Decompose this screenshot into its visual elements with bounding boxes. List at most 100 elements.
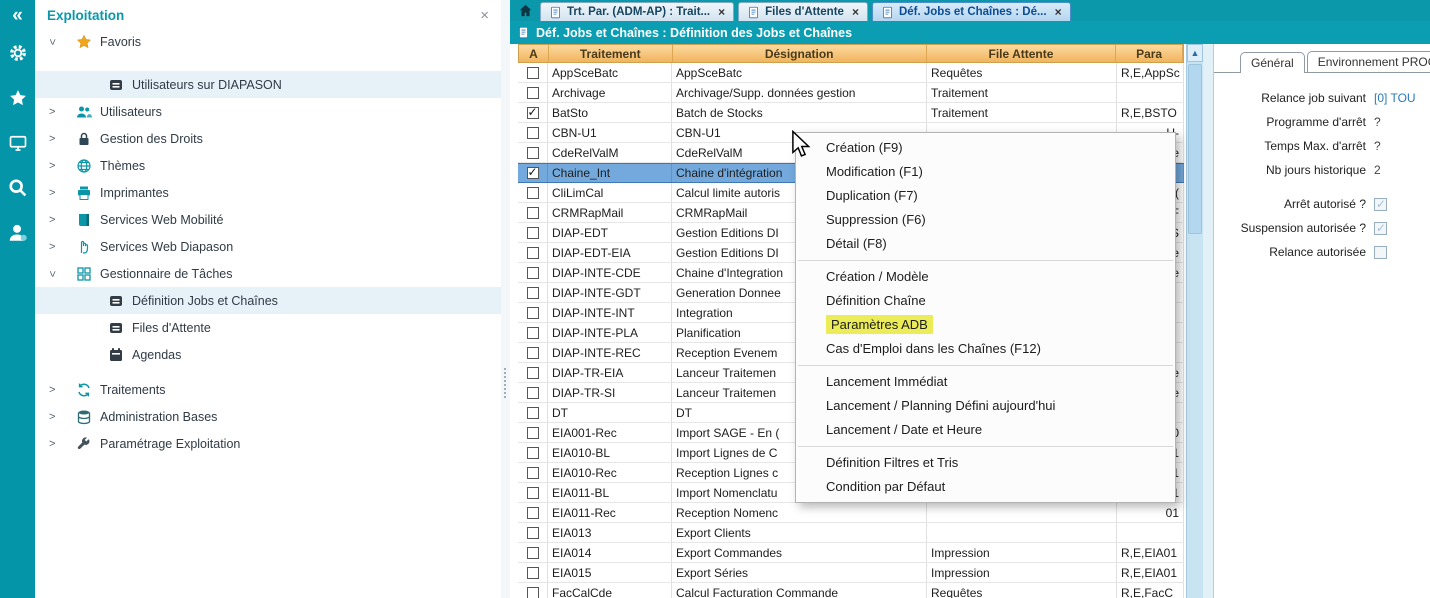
row-checkbox[interactable] [527, 87, 539, 99]
row-checkbox[interactable] [527, 227, 539, 239]
sidebar-item[interactable]: >Gestion des Droits [35, 125, 501, 152]
row-checkbox[interactable] [527, 527, 539, 539]
row-checkbox[interactable] [527, 387, 539, 399]
properties-tab-2[interactable]: Environnement PROG [1307, 51, 1430, 72]
column-header-1[interactable]: Traitement [549, 45, 673, 62]
scroll-up-arrow-icon[interactable]: ▲ [1187, 44, 1203, 62]
menu-item[interactable]: Création / Modèle [796, 265, 1175, 289]
column-header-3[interactable]: File Attente [927, 45, 1116, 62]
row-checkbox[interactable] [527, 127, 539, 139]
row-checkbox[interactable] [527, 107, 539, 119]
menu-item[interactable]: Duplication (F7) [796, 184, 1175, 208]
menu-item[interactable]: Condition par Défaut [796, 475, 1175, 499]
row-checkbox[interactable] [527, 567, 539, 579]
vertical-scrollbar[interactable]: ▲ [1186, 44, 1203, 598]
row-checkbox[interactable] [527, 587, 539, 598]
rail-search-button[interactable] [0, 165, 35, 210]
rail-settings-button[interactable] [0, 30, 35, 75]
sidebar-item[interactable]: Files d'Attente [35, 314, 501, 341]
sidebar-item[interactable]: Utilisateurs sur DIAPASON [35, 71, 501, 98]
row-check-cell [518, 323, 548, 342]
row-checkbox[interactable] [527, 67, 539, 79]
sidebar-item[interactable]: Définition Jobs et Chaînes [35, 287, 501, 314]
rail-user-button[interactable] [0, 210, 35, 255]
menu-item[interactable]: Suppression (F6) [796, 208, 1175, 232]
table-row[interactable]: ArchivageArchivage/Supp. données gestion… [518, 83, 1184, 103]
row-checkbox[interactable] [527, 187, 539, 199]
menu-item[interactable]: Détail (F8) [796, 232, 1175, 256]
menu-item[interactable]: Lancement / Planning Défini aujourd'hui [796, 394, 1175, 418]
sidebar-item[interactable]: >Imprimantes [35, 179, 501, 206]
row-checkbox[interactable] [527, 147, 539, 159]
menu-item[interactable]: Modification (F1) [796, 160, 1175, 184]
tab-2[interactable]: Files d'Attente× [738, 2, 868, 21]
menu-item[interactable]: Lancement / Date et Heure [796, 418, 1175, 442]
table-row[interactable]: EIA013Export Clients [518, 523, 1184, 543]
properties-tab-1[interactable]: Général [1240, 52, 1305, 73]
column-header-0[interactable]: A [519, 45, 549, 62]
home-button[interactable] [512, 0, 538, 21]
row-checkbox[interactable] [527, 287, 539, 299]
field-checkbox[interactable] [1374, 246, 1387, 259]
row-checkbox[interactable] [527, 427, 539, 439]
table-row[interactable]: EIA011-RecReception Nomenc01 [518, 503, 1184, 523]
tab-1[interactable]: Trt. Par. (ADM-AP) : Trait...× [540, 2, 734, 21]
sidebar-item-label: Agendas [129, 348, 181, 362]
table-row[interactable]: FacCalCdeCalcul Facturation CommandeRequ… [518, 583, 1184, 598]
table-row[interactable]: AppSceBatcAppSceBatcRequêtesR,E,AppSc [518, 63, 1184, 83]
tab-3[interactable]: Déf. Jobs et Chaînes : Dé...× [872, 2, 1071, 21]
scrollbar-thumb[interactable] [1188, 64, 1202, 234]
menu-item[interactable]: Création (F9) [796, 136, 1175, 160]
row-checkbox[interactable] [527, 347, 539, 359]
sidebar-item[interactable]: Agendas [35, 341, 501, 368]
cell-traitement: Archivage [548, 83, 672, 102]
menu-item[interactable]: Lancement Immédiat [796, 370, 1175, 394]
row-checkbox[interactable] [527, 167, 539, 179]
table-row[interactable]: EIA015Export SériesImpressionR,E,EIA01 [518, 563, 1184, 583]
row-checkbox[interactable] [527, 467, 539, 479]
row-checkbox[interactable] [527, 367, 539, 379]
table-row[interactable]: BatStoBatch de StocksTraitementR,E,BSTO [518, 103, 1184, 123]
sidebar-close-icon[interactable]: × [480, 8, 489, 23]
row-checkbox[interactable] [527, 547, 539, 559]
sidebar-item[interactable]: >Services Web Mobilité [35, 206, 501, 233]
field-checkbox[interactable] [1374, 198, 1387, 211]
sidebar-item[interactable]: >Favoris [35, 28, 501, 55]
menu-item[interactable]: Définition Chaîne [796, 289, 1175, 313]
row-checkbox[interactable] [527, 327, 539, 339]
cell-traitement: CRMRapMail [548, 203, 672, 222]
sidebar-item[interactable]: >Utilisateurs [35, 98, 501, 125]
chevron-right-icon: > [49, 187, 71, 199]
rail-favorites-button[interactable] [0, 75, 35, 120]
tab-close-icon[interactable]: × [852, 5, 859, 19]
field-checkbox[interactable] [1374, 222, 1387, 235]
column-header-4[interactable]: Para [1116, 45, 1183, 62]
row-checkbox[interactable] [527, 447, 539, 459]
row-checkbox[interactable] [527, 507, 539, 519]
sidebar-item[interactable]: >Services Web Diapason [35, 233, 501, 260]
row-checkbox[interactable] [527, 207, 539, 219]
cell-traitement: DIAP-EDT-EIA [548, 243, 672, 262]
sidebar-item[interactable]: >Administration Bases [35, 403, 501, 430]
menu-item[interactable]: Cas d'Emploi dans les Chaînes (F12) [796, 337, 1175, 361]
tab-close-icon[interactable]: × [718, 5, 725, 19]
cell-designation: Reception Nomenc [672, 503, 927, 522]
sidebar-item[interactable]: >Traitements [35, 376, 501, 403]
panel-splitter[interactable] [501, 0, 510, 598]
sidebar-title: Exploitation [47, 8, 124, 23]
sidebar-item[interactable]: >Thèmes [35, 152, 501, 179]
sidebar-item[interactable]: >Paramétrage Exploitation [35, 430, 501, 457]
rail-collapse-button[interactable]: « [0, 0, 35, 30]
table-row[interactable]: EIA014Export CommandesImpressionR,E,EIA0… [518, 543, 1184, 563]
row-checkbox[interactable] [527, 487, 539, 499]
column-header-2[interactable]: Désignation [673, 45, 927, 62]
menu-item[interactable]: Définition Filtres et Tris [796, 451, 1175, 475]
row-checkbox[interactable] [527, 247, 539, 259]
row-checkbox[interactable] [527, 267, 539, 279]
row-checkbox[interactable] [527, 307, 539, 319]
row-checkbox[interactable] [527, 407, 539, 419]
menu-item[interactable]: Paramètres ADB [796, 313, 1175, 337]
tab-close-icon[interactable]: × [1055, 5, 1062, 19]
sidebar-item[interactable]: >Gestionnaire de Tâches [35, 260, 501, 287]
rail-screens-button[interactable] [0, 120, 35, 165]
